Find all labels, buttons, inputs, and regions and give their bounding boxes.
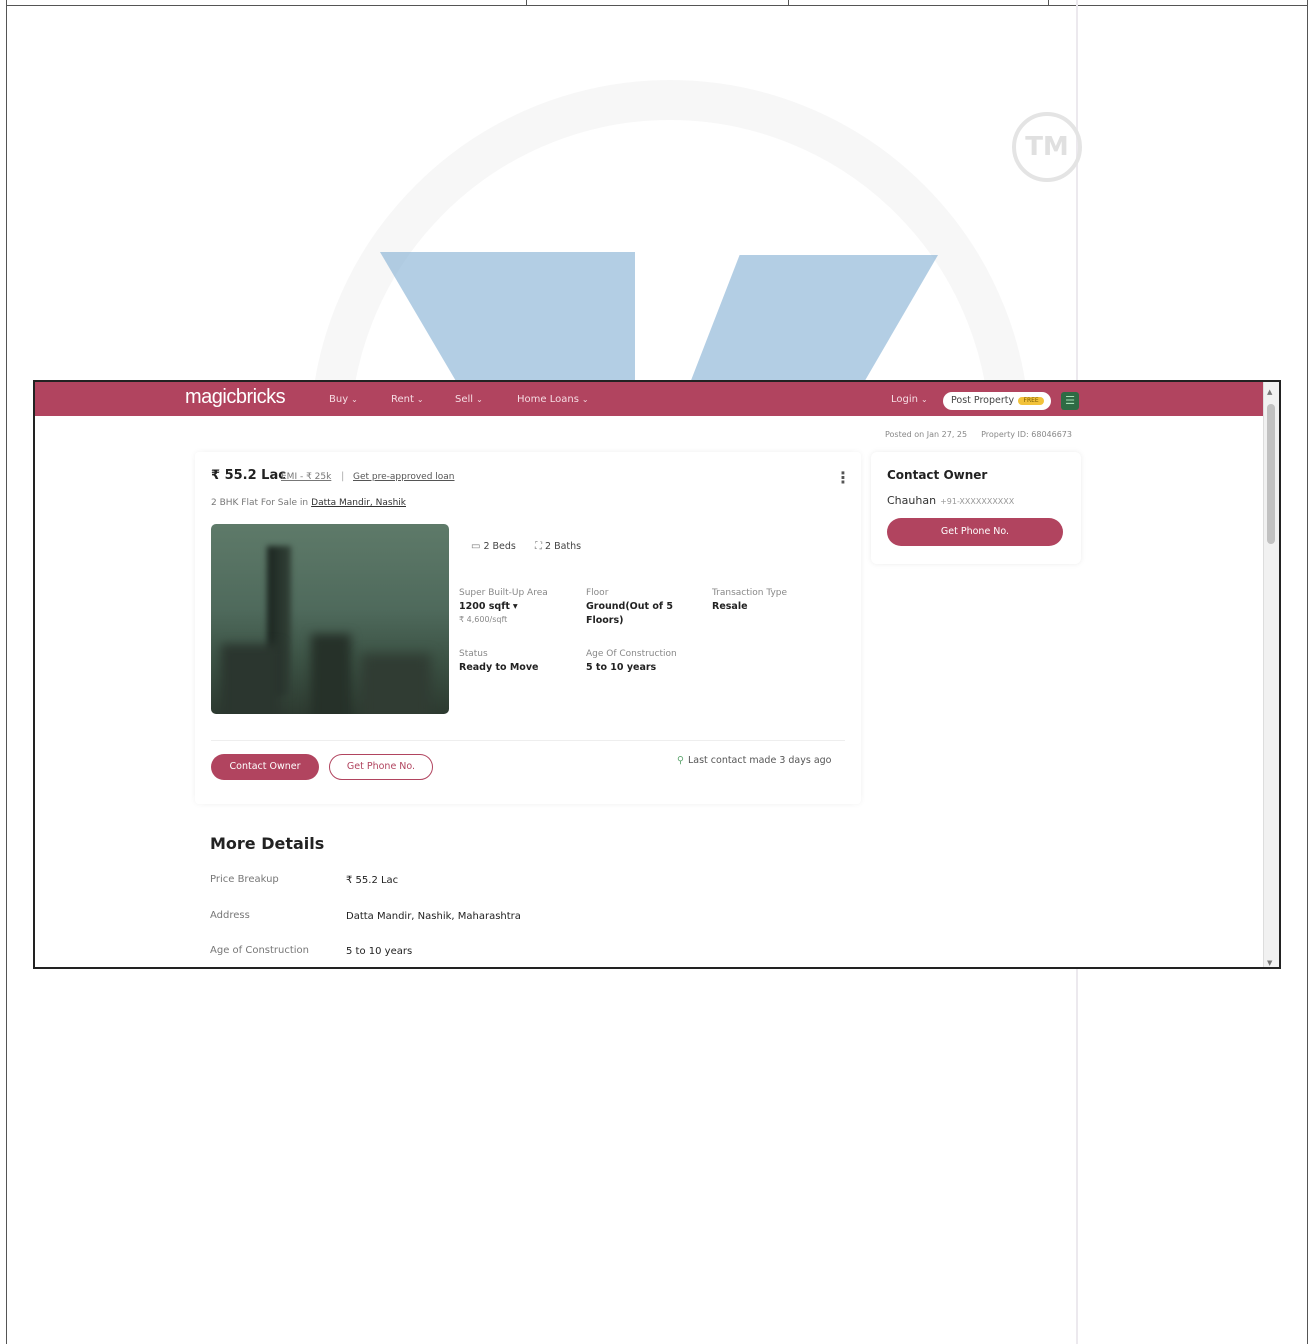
baths-label: 2 Baths — [545, 541, 582, 552]
detail-address-label: Address — [210, 910, 250, 921]
spec-transaction-value: Resale — [712, 601, 748, 612]
spec-area-label: Super Built-Up Area — [459, 588, 548, 598]
dropdown-icon[interactable]: ▾ — [513, 601, 518, 612]
spec-age-value: 5 to 10 years — [586, 662, 657, 673]
post-property-label: Post Property — [951, 395, 1015, 406]
scrollbar-thumb[interactable] — [1267, 404, 1275, 544]
photo-building-shape — [221, 644, 281, 714]
scroll-down-icon[interactable]: ▼ — [1267, 959, 1272, 967]
card-divider — [211, 740, 845, 741]
detail-price-label: Price Breakup — [210, 874, 279, 885]
nav-sell[interactable]: Sell ⌄ — [455, 394, 483, 405]
user-icon: ⚲ — [677, 755, 684, 766]
owner-masked-phone: +91-XXXXXXXXXX — [940, 497, 1015, 506]
last-contact-text: Last contact made 3 days ago — [687, 755, 832, 766]
property-subtitle: 2 BHK Flat For Sale in Datta Mandir, Nash… — [211, 498, 406, 508]
nav-home-loans[interactable]: Home Loans ⌄ — [517, 394, 589, 405]
hamburger-icon[interactable]: ☰ — [1061, 392, 1079, 410]
spec-area-text: 1200 sqft — [459, 601, 510, 612]
owner-get-phone-button[interactable]: Get Phone No. — [887, 518, 1063, 546]
posted-date: Posted on Jan 27, 25 — [885, 430, 968, 439]
beds-info: ▭ 2 Beds — [471, 541, 516, 552]
emi-link[interactable]: EMI - ₹ 25k — [281, 472, 331, 482]
cell-divider — [1048, 0, 1049, 6]
detail-address-value: Datta Mandir, Nashik, Maharashtra — [346, 911, 521, 922]
last-contact-info: ⚲ Last contact made 3 days ago — [677, 755, 832, 766]
spec-floor-label: Floor — [586, 588, 609, 598]
login-button[interactable]: Login ⌄ — [891, 394, 928, 405]
document-top-cells — [6, 0, 1308, 6]
photo-building-shape — [361, 654, 431, 714]
bed-icon: ▭ — [471, 541, 481, 552]
top-navbar: magicbricks Buy ⌄ Rent ⌄ Sell ⌄ Home Loans ⌄… — [35, 382, 1265, 416]
cell-divider — [526, 0, 527, 6]
detail-age-label: Age of Construction — [210, 945, 310, 956]
spec-floor-value: Ground(Out of 5 Floors) — [586, 601, 673, 626]
chevron-down-icon: ⌄ — [920, 395, 928, 404]
beds-label: 2 Beds — [483, 541, 516, 552]
preapproved-loan-link[interactable]: Get pre-approved loan — [353, 472, 455, 482]
more-options-icon[interactable]: ⋮ — [835, 468, 851, 487]
property-photo[interactable] — [211, 524, 449, 714]
free-badge: FREE — [1018, 396, 1045, 405]
spec-status-value: Ready to Move — [459, 662, 539, 673]
nav-rent[interactable]: Rent ⌄ — [391, 394, 424, 405]
nav-home-loans-label: Home Loans — [517, 394, 579, 405]
nav-buy[interactable]: Buy ⌄ — [329, 394, 358, 405]
nav-sell-label: Sell — [455, 394, 474, 405]
chevron-down-icon: ⌄ — [351, 395, 358, 404]
bath-icon: ⛶ — [535, 541, 542, 552]
property-card: ₹ 55.2 Lac EMI - ₹ 25k | Get pre-approve… — [195, 452, 861, 804]
spec-status-label: Status — [459, 649, 488, 659]
nav-rent-label: Rent — [391, 394, 414, 405]
chevron-down-icon: ⌄ — [416, 395, 424, 404]
baths-info: ⛶ 2 Baths — [535, 541, 581, 552]
scrollbar[interactable]: ▲ ▼ — [1263, 382, 1279, 967]
spec-age-label: Age Of Construction — [586, 649, 677, 659]
owner-name-text: Chauhan — [887, 494, 937, 507]
website-screenshot: magicbricks Buy ⌄ Rent ⌄ Sell ⌄ Home Loans ⌄… — [33, 380, 1281, 969]
posted-meta: Posted on Jan 27, 25 Property ID: 6804667… — [885, 430, 1086, 439]
detail-age-value: 5 to 10 years — [346, 946, 413, 957]
chevron-down-icon: ⌄ — [476, 395, 483, 404]
detail-price-value: ₹ 55.2 Lac — [346, 875, 399, 886]
get-phone-button[interactable]: Get Phone No. — [329, 754, 433, 780]
photo-building-shape — [311, 634, 351, 714]
cell-divider — [788, 0, 789, 6]
locality-link[interactable]: Datta Mandir, Nashik — [311, 498, 406, 508]
scroll-up-icon[interactable]: ▲ — [1267, 388, 1272, 396]
owner-name: Chauhan +91-XXXXXXXXXX — [887, 494, 1014, 507]
spec-transaction-label: Transaction Type — [712, 588, 788, 598]
more-details-title: More Details — [210, 834, 325, 853]
owner-card-title: Contact Owner — [887, 468, 988, 482]
post-property-button[interactable]: Post Property FREE — [943, 392, 1051, 410]
contact-owner-card: Contact Owner Chauhan +91-XXXXXXXXXX Get … — [871, 452, 1081, 564]
login-label: Login — [891, 394, 918, 405]
price-separator: | — [341, 471, 345, 482]
nav-buy-label: Buy — [329, 394, 349, 405]
chevron-down-icon: ⌄ — [581, 395, 589, 404]
subtitle-prefix: 2 BHK Flat For Sale in — [211, 498, 309, 508]
property-price: ₹ 55.2 Lac — [211, 468, 286, 483]
property-id: Property ID: 68046673 — [981, 430, 1072, 439]
contact-owner-button[interactable]: Contact Owner — [211, 754, 319, 780]
spec-area-value: 1200 sqft ▾ — [459, 600, 518, 614]
spec-area-rate: ₹ 4,600/sqft — [459, 615, 508, 624]
site-logo[interactable]: magicbricks — [185, 386, 286, 409]
